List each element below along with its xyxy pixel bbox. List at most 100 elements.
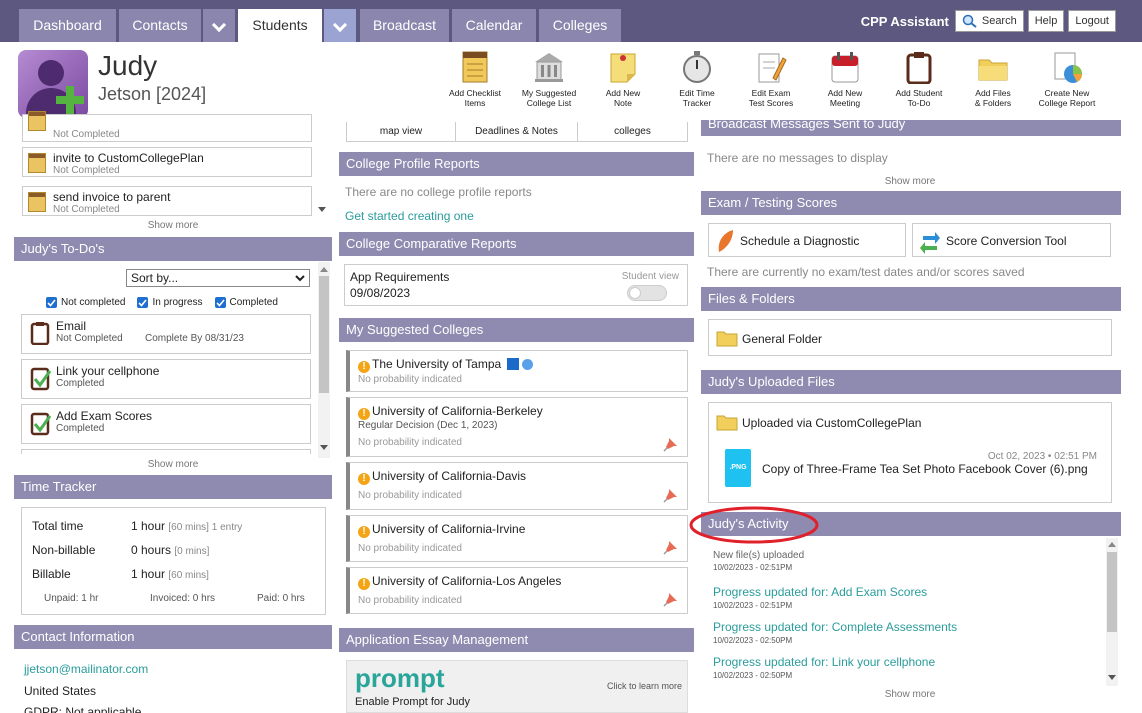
search-button[interactable]: Search [954,10,1024,32]
pin-icon[interactable] [663,436,679,452]
logout-button[interactable]: Logout [1068,10,1116,32]
activity-item[interactable]: Progress updated for: Add Exam Scores 10… [713,585,927,610]
tt-value: 0 hours [131,543,172,557]
accessibility-icon [506,358,519,370]
todo-status: Completed [56,423,105,434]
college-card[interactable]: ! University of California-Los Angeles No… [346,567,688,614]
scroll-up-arrow[interactable] [320,267,328,272]
tool-label: Add Student To-Do [895,88,943,108]
tab-deadlines-notes[interactable]: Deadlines & Notes [456,122,578,142]
add-new-meeting-button[interactable]: Add New Meeting [810,50,880,108]
tab-colleges[interactable]: Colleges [539,9,621,42]
college-probability: No probability indicated [358,490,462,501]
student-view-toggle[interactable] [627,285,667,301]
contact-email-link[interactable]: jjetson@mailinator.com [24,662,148,676]
chevron-down-icon [211,17,227,33]
checklist-item[interactable]: Not Completed [22,111,312,142]
scroll-thumb[interactable] [319,276,329,393]
college-card[interactable]: ! University of California-Irvine No prob… [346,515,688,562]
scroll-down-arrow[interactable] [320,445,328,450]
pin-icon[interactable] [663,591,679,607]
get-started-link[interactable]: Get started creating one [345,209,474,223]
prompt-logo: prompt [355,663,445,693]
add-plus-icon [56,86,84,114]
add-files-folders-button[interactable]: Add Files & Folders [958,50,1028,108]
add-checklist-items-button[interactable]: Add Checklist Items [440,50,510,108]
student-avatar[interactable] [18,50,88,118]
scroll-thumb[interactable] [1107,552,1117,632]
learn-more-link[interactable]: Click to learn more [607,681,682,691]
edit-time-tracker-button[interactable]: Edit Time Tracker [662,50,732,108]
warning-icon: ! [358,526,370,538]
comparative-report-card[interactable]: App Requirements 09/08/2023 Student view [344,264,688,306]
contact-info-header: Contact Information [14,625,332,649]
general-folder[interactable]: General Folder [708,319,1112,356]
schedule-diagnostic-label: Schedule a Diagnostic [740,234,860,248]
college-name: ! The University of Tampa [358,357,533,373]
tab-colleges-list[interactable]: colleges [578,122,688,142]
tab-map-view[interactable]: map view [346,122,456,142]
create-college-report-button[interactable]: Create New College Report [1032,50,1102,108]
scroll-up-arrow[interactable] [1108,542,1116,547]
tt-value-billable: 1 hour [60 mins] [131,567,209,581]
prompt-promo-card[interactable]: prompt Enable Prompt for Judy Click to l… [346,660,688,713]
college-card[interactable]: ! University of California-Berkeley Regul… [346,397,688,457]
todo-show-more[interactable]: Show more [22,459,324,470]
checklist-item[interactable]: send invoice to parent Not Completed [22,186,312,216]
scroll-down-arrow[interactable] [318,207,326,212]
activity-show-more[interactable]: Show more [860,689,960,700]
add-student-todo-button[interactable]: Add Student To-Do [884,50,954,108]
pin-icon[interactable] [663,487,679,503]
help-button[interactable]: Help [1027,10,1065,32]
todo-scrollbar[interactable] [318,262,330,458]
broadcast-show-more[interactable]: Show more [860,176,960,187]
scroll-down-arrow[interactable] [1108,675,1116,680]
activity-item[interactable]: Progress updated for: Link your cellphon… [713,655,935,680]
activity-item[interactable]: Progress updated for: Complete Assessmen… [713,620,957,645]
college-card[interactable]: ! University of California-Davis No proba… [346,462,688,510]
filter-in-progress[interactable]: In progress [137,296,203,308]
tt-value: 1 hour [131,567,166,581]
suggested-college-list-button[interactable]: My Suggested College List [514,50,584,108]
uploaded-folder-name: Uploaded via CustomCollegePlan [742,416,922,430]
todo-item[interactable]: Add Exam Scores Completed [21,404,311,444]
schedule-diagnostic-button[interactable]: Schedule a Diagnostic [708,223,906,257]
tab-dashboard[interactable]: Dashboard [19,9,116,42]
todo-item[interactable]: Email Not Completed Complete By 08/31/23 [21,314,311,354]
tab-broadcast[interactable]: Broadcast [360,9,449,42]
tt-invoiced: Invoiced: 0 hrs [150,593,216,604]
todo-due: Complete By 08/31/23 [145,333,244,344]
contacts-dropdown-button[interactable] [203,9,235,42]
filter-completed[interactable]: Completed [214,296,278,308]
report-name: App Requirements [350,270,450,284]
activity-text: Progress updated for: Link your cellphon… [713,655,936,669]
sort-by-select[interactable]: Sort by... [126,269,310,287]
uploaded-files-card: Uploaded via CustomCollegePlan Oct 02, 2… [708,402,1112,503]
college-name-text: University of California-Berkeley [372,404,543,418]
college-probability: No probability indicated [358,437,462,448]
checklist-item[interactable]: invite to CustomCollegePlan Not Complete… [22,147,312,177]
students-dropdown-button[interactable] [324,9,356,42]
pin-icon[interactable] [663,539,679,555]
college-name: ! University of California-Berkeley [358,404,543,420]
filter-not-completed[interactable]: Not completed [46,296,125,308]
checkbox-checked-icon [46,296,57,308]
avatar-head [38,60,64,86]
college-card[interactable]: ! The University of Tampa No probability … [346,350,688,392]
tab-students[interactable]: Students [238,9,322,42]
todo-item[interactable]: Link your cellphone Completed [21,359,311,399]
activity-scrollbar[interactable] [1106,538,1118,686]
add-new-note-button[interactable]: Add New Note [588,50,658,108]
broadcast-header: Broadcast Messages Sent to Judy [701,120,1121,136]
college-profile-reports-header: College Profile Reports [339,152,694,176]
college-building-icon [533,50,565,84]
edit-exam-test-scores-button[interactable]: Edit Exam Test Scores [736,50,806,108]
clipboard-check-icon [30,367,52,391]
tab-calendar[interactable]: Calendar [452,9,536,42]
uploaded-folder[interactable]: Uploaded via CustomCollegePlan [709,403,1111,439]
checklist-show-more[interactable]: Show more [22,220,324,231]
tab-contacts[interactable]: Contacts [119,9,201,42]
uploaded-file-name[interactable]: Copy of Three-Frame Tea Set Photo Facebo… [762,462,1088,476]
score-conversion-tool-button[interactable]: Score Conversion Tool [912,223,1111,257]
sort-by-value: Sort by... [131,271,179,285]
